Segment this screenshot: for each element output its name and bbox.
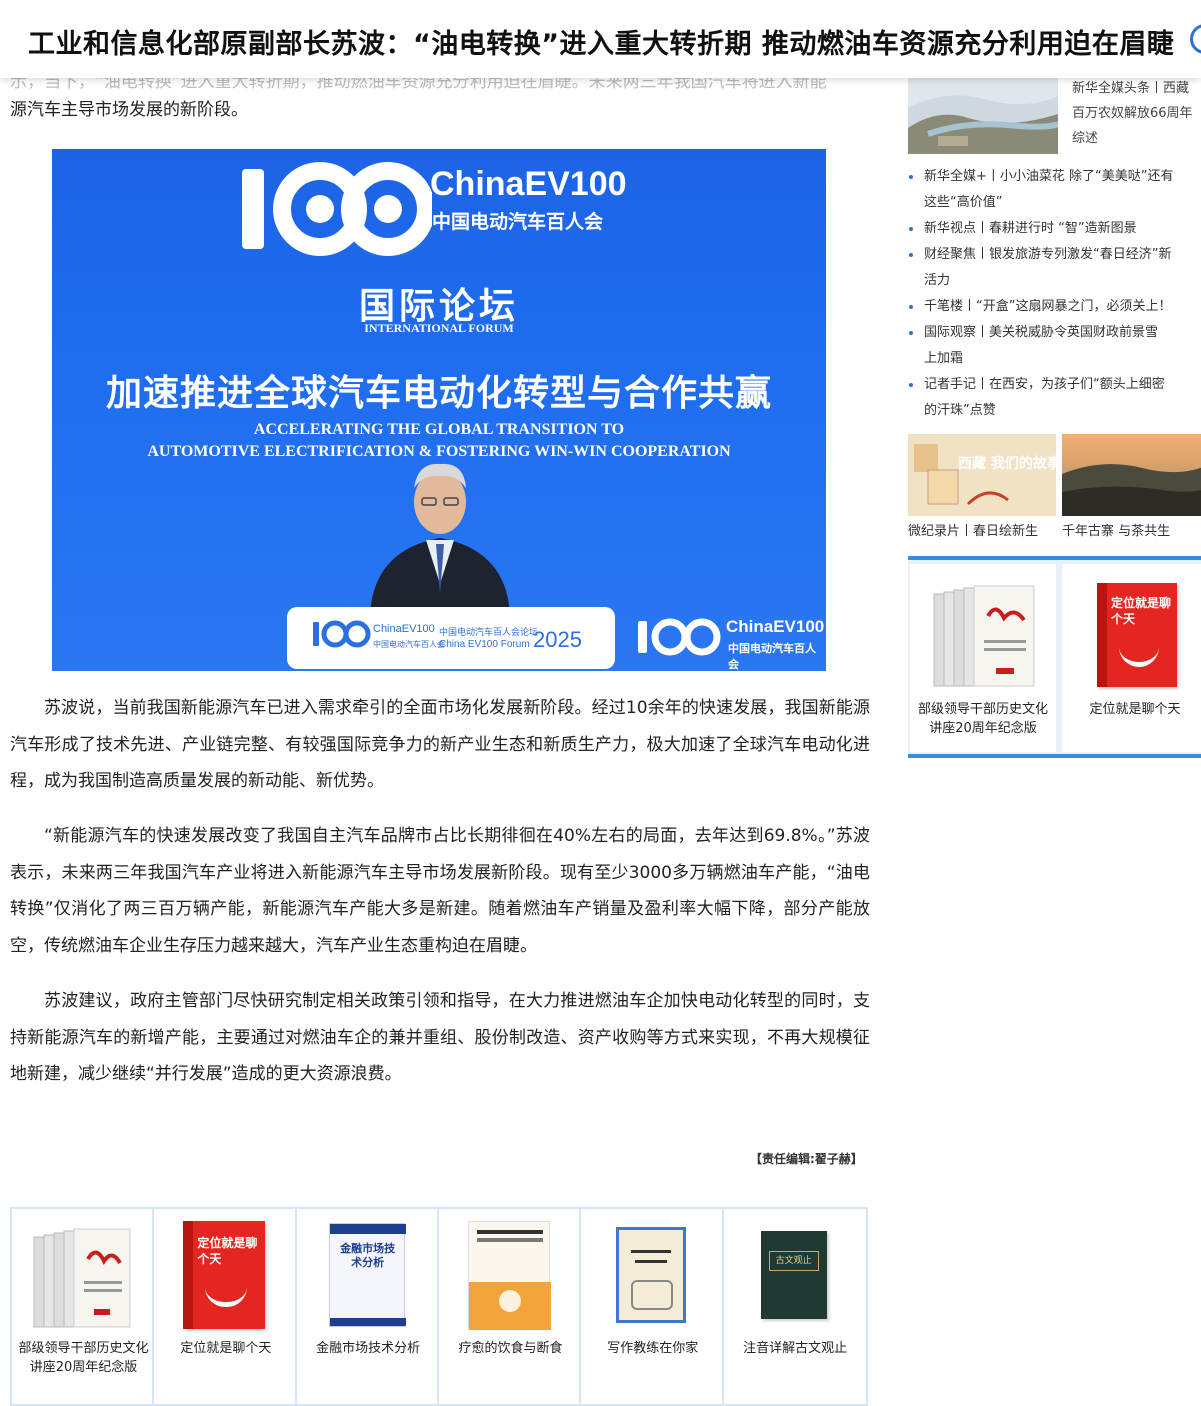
sidebar-book-item[interactable]: 部级领导干部历史文化讲座20周年纪念版 xyxy=(910,564,1056,752)
right-logo-cn: 中国电动汽车百人会 xyxy=(728,642,816,671)
article-title: 工业和信息化部原副部长苏波：“油电转换”进入重大转折期 推动燃油车资源充分利用迫… xyxy=(28,29,1175,60)
book-item[interactable]: 古文观止 注音详解古文观止 xyxy=(724,1209,866,1404)
book-item[interactable]: 金融市场技术分析 金融市场技术分析 xyxy=(297,1209,439,1404)
book-title: 写作教练在你家 xyxy=(607,1341,699,1356)
book-item[interactable]: 部级领导干部历史文化讲座20周年纪念版 xyxy=(12,1209,155,1404)
book-title: 部级领导干部历史文化讲座20周年纪念版 xyxy=(18,1341,149,1375)
podium-forum-en: China EV100 Forum xyxy=(439,639,530,650)
sidebar-news-item[interactable]: 记者手记丨在西安，为孩子们“额头上细密 的汗珠”点赞 xyxy=(908,372,1201,424)
book-title: 定位就是聊个天 xyxy=(1089,702,1181,717)
sticky-title-bar: 工业和信息化部原副部长苏波：“油电转换”进入重大转折期 推动燃油车资源充分利用迫… xyxy=(0,0,1201,78)
book-item[interactable]: 疗愈的饮食与断食 xyxy=(439,1209,582,1404)
sidebar-news-list: 新华全媒+丨小小油菜花 除了“美美哒”还有 这些“高价值” 新华视点丨春耕进行时 … xyxy=(908,164,1201,424)
book-cover-image xyxy=(32,1219,132,1331)
book-cover-image xyxy=(932,580,1038,690)
book-title: 疗愈的饮食与断食 xyxy=(458,1341,563,1356)
right-ev100-logo-icon xyxy=(638,618,721,656)
sidebar-photo-tibet[interactable]: 西藏 我们的故事 xyxy=(908,434,1056,516)
article-intro-tail: 源汽车主导市场发展的新阶段。 xyxy=(10,100,248,120)
sidebar-photo-caption[interactable]: 千年古寨 与茶共生 xyxy=(1062,520,1170,539)
podium-banner: ChinaEV100 中国电动汽车百人会 中国电动汽车百人会论坛 China E… xyxy=(287,607,615,669)
share-icon[interactable] xyxy=(1190,24,1201,54)
book-cover-image: 定位就是聊个天 xyxy=(174,1219,274,1331)
hero-logo-cn: 中国电动汽车百人会 xyxy=(432,211,604,233)
sidebar-book-item[interactable]: 定位就是聊个天 定位就是聊个天 xyxy=(1062,564,1201,752)
article-hero-image: ChinaEV100 中国电动汽车百人会 国际论坛 INTERNATIONAL … xyxy=(52,149,826,671)
book-item[interactable]: 写作教练在你家 xyxy=(581,1209,724,1404)
podium-ev-text: ChinaEV100 xyxy=(373,623,435,635)
book-title: 注音详解古文观止 xyxy=(743,1341,848,1356)
article-paragraph: “新能源汽车的快速发展改变了我国自主汽车品牌市占比长期徘徊在40%左右的局面，去… xyxy=(10,826,870,956)
book-cover-image xyxy=(601,1219,701,1331)
article-paragraph: 苏波建议，政府主管部门尽快研究制定相关政策引领和指导，在大力推进燃油车企加快电动… xyxy=(10,991,870,1084)
svg-text:西藏 我们的故事: 西藏 我们的故事 xyxy=(958,455,1056,472)
podium-year: 2025 xyxy=(533,627,582,652)
editor-credit: 【责任编辑:翟子赫】 xyxy=(750,1152,863,1166)
book-cover-image: 定位就是聊个天 xyxy=(1084,580,1190,690)
book-title: 定位就是聊个天 xyxy=(180,1341,272,1356)
article-paragraph: 苏波说，当前我国新能源汽车已进入需求牵引的全面市场化发展新阶段。经过10余年的快… xyxy=(10,698,870,791)
hero-theme-en-line1: ACCELERATING THE GLOBAL TRANSITION TO xyxy=(253,421,625,438)
speaker-figure xyxy=(370,463,510,614)
podium-sub-text: 中国电动汽车百人会 xyxy=(373,640,445,649)
book-cover-image xyxy=(459,1219,559,1331)
hero-logo-en: ChinaEV100 xyxy=(430,165,627,203)
sidebar-headline-thumbnail[interactable] xyxy=(908,78,1058,154)
book-cover-image: 金融市场技术分析 xyxy=(317,1219,417,1331)
sidebar-news-item[interactable]: 国际观察丨美关税威胁令英国财政前景雪 上加霜 xyxy=(908,320,1201,372)
hero-forum-en: INTERNATIONAL FORUM xyxy=(364,321,514,335)
hero-theme-cn: 加速推进全球汽车电动化转型与合作共赢 xyxy=(105,373,772,414)
sidebar-news-item[interactable]: 新华全媒+丨小小油菜花 除了“美美哒”还有 这些“高价值” xyxy=(908,164,1201,216)
recommended-books-panel: 部级领导干部历史文化讲座20周年纪念版 定位就是聊个天 定位就是聊个天 金融市场… xyxy=(10,1207,868,1406)
sidebar-headline-text[interactable]: 新华全媒头条丨西藏 百万农奴解放66周年 综述 xyxy=(1072,76,1201,151)
sidebar-photo-caption[interactable]: 微纪录片丨春日绘新生 xyxy=(908,520,1038,539)
ev100-logo-icon xyxy=(242,162,432,256)
sidebar-news-item[interactable]: 财经聚焦丨银发旅游专列激发“春日经济”新 活力 xyxy=(908,242,1201,294)
book-item[interactable]: 定位就是聊个天 定位就是聊个天 xyxy=(154,1209,297,1404)
sidebar-books-panel: 部级领导干部历史文化讲座20周年纪念版 定位就是聊个天 定位就是聊个天 xyxy=(908,556,1201,758)
book-title: 部级领导干部历史文化讲座20周年纪念版 xyxy=(917,702,1048,736)
sidebar-news-item[interactable]: 新华视点丨春耕进行时 “智”造新图景 xyxy=(908,216,1201,242)
right-logo-en: ChinaEV100 xyxy=(726,617,825,636)
sidebar-photo-village[interactable] xyxy=(1062,434,1201,516)
podium-logo-icon xyxy=(313,620,371,648)
book-cover-image: 古文观止 xyxy=(744,1219,844,1331)
book-title: 金融市场技术分析 xyxy=(316,1341,421,1356)
sidebar-news-item[interactable]: 千笔楼丨“开盒”这扇网暴之门，必须关上！ xyxy=(908,294,1201,320)
podium-forum-cn: 中国电动汽车百人会论坛 xyxy=(439,628,539,638)
